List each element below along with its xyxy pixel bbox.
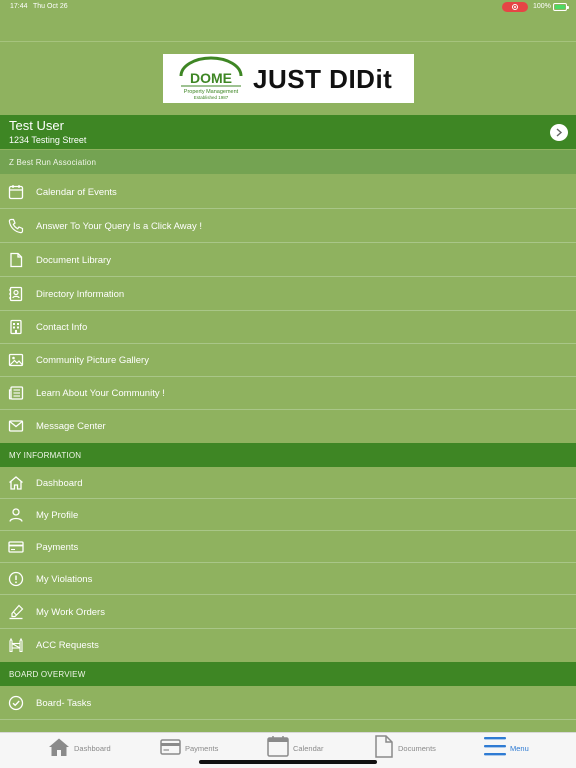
status-date: Thu Oct 26 (33, 3, 68, 10)
section-header-my-information: MY INFORMATION (0, 443, 576, 467)
tab-label: Documents (398, 744, 436, 753)
menu-item-answer-query[interactable]: Answer To Your Query Is a Click Away ! (0, 209, 576, 243)
person-icon (9, 508, 23, 522)
menu-item-message-center[interactable]: Message Center (0, 410, 576, 443)
menu-label: My Work Orders (36, 607, 105, 618)
alert-circle-icon (8, 571, 24, 587)
tools-icon (9, 604, 24, 620)
tab-documents[interactable]: Documents (375, 733, 445, 768)
contact-card-icon (9, 286, 23, 302)
section-title-board-overview: BOARD OVERVIEW (9, 670, 86, 679)
logo-mark-sub2: Established 1987 (194, 95, 229, 100)
menu-item-learn-about-community[interactable]: Learn About Your Community ! (0, 377, 576, 410)
menu-item-my-violations[interactable]: My Violations (0, 563, 576, 595)
association-logo: DOME Property Management Established 198… (163, 54, 414, 103)
menu-icon (484, 737, 506, 756)
menu-label: My Profile (36, 510, 79, 521)
tab-menu[interactable]: Menu (483, 733, 543, 768)
menu-label: Calendar of Events (36, 187, 117, 198)
check-circle-icon (8, 695, 24, 711)
battery-icon (553, 3, 569, 11)
logo-text: JUST DIDit (253, 64, 393, 94)
credit-card-icon (160, 739, 181, 755)
status-time: 17:44 (10, 3, 28, 10)
menu-label: Payments (36, 542, 79, 553)
section-header-association: Z Best Run Association (0, 150, 576, 174)
battery-percentage: 100% (533, 3, 551, 10)
menu-label: My Violations (36, 574, 93, 585)
document-icon (375, 735, 393, 758)
menu-item-directory-information[interactable]: Directory Information (0, 277, 576, 311)
home-icon (9, 476, 23, 490)
menu-label: Document Library (36, 255, 111, 266)
user-address: 1234 Testing Street (9, 135, 87, 145)
tab-label: Payments (185, 744, 219, 753)
home-indicator[interactable] (199, 760, 377, 764)
section-title-my-information: MY INFORMATION (9, 451, 82, 460)
menu-label: Message Center (36, 421, 106, 432)
tab-label: Dashboard (74, 744, 111, 753)
newspaper-icon (8, 386, 24, 400)
tab-label: Calendar (293, 744, 324, 753)
screen-recording-icon[interactable] (502, 2, 528, 12)
menu-item-my-profile[interactable]: My Profile (0, 499, 576, 531)
menu-label: Directory Information (36, 289, 125, 300)
section-title-association: Z Best Run Association (9, 158, 97, 167)
phone-icon (8, 218, 24, 234)
credit-card-icon (8, 541, 24, 553)
user-bar[interactable]: Test User 1234 Testing Street (0, 115, 576, 149)
tab-label: Menu (510, 744, 529, 753)
user-name: Test User (9, 118, 64, 133)
top-divider (0, 41, 576, 42)
tab-dashboard[interactable]: Dashboard (48, 733, 118, 768)
menu-item-my-work-orders[interactable]: My Work Orders (0, 595, 576, 629)
menu-item-payments[interactable]: Payments (0, 531, 576, 563)
menu-item-contact-info[interactable]: Contact Info (0, 311, 576, 344)
menu-item-board-tasks[interactable]: Board- Tasks (0, 686, 576, 720)
menu-item-calendar-of-events[interactable]: Calendar of Events (0, 175, 576, 209)
menu-item-community-picture-gallery[interactable]: Community Picture Gallery (0, 344, 576, 377)
menu-label: Learn About Your Community ! (36, 388, 165, 399)
home-icon (49, 738, 69, 756)
document-icon (10, 252, 23, 268)
building-icon (10, 319, 22, 335)
menu-label: Dashboard (36, 478, 83, 489)
dome-logo-mark: DOME Property Management Established 198… (179, 56, 243, 100)
menu-label: Contact Info (36, 322, 88, 333)
fence-icon (9, 637, 23, 653)
calendar-icon (267, 736, 289, 757)
menu-item-document-library[interactable]: Document Library (0, 243, 576, 277)
menu-item-dashboard[interactable]: Dashboard (0, 467, 576, 499)
menu-label: Answer To Your Query Is a Click Away ! (36, 221, 202, 232)
menu-label: ACC Requests (36, 640, 99, 651)
status-bar: 17:44 Thu Oct 26 100% (0, 0, 576, 14)
image-icon (8, 353, 24, 367)
menu-item-acc-requests[interactable]: ACC Requests (0, 629, 576, 662)
calendar-icon (8, 185, 24, 200)
logo-mark-word: DOME (190, 70, 232, 86)
menu-label: Board- Tasks (36, 698, 92, 709)
menu-label: Community Picture Gallery (36, 355, 149, 366)
section-header-board-overview: BOARD OVERVIEW (0, 662, 576, 686)
envelope-icon (8, 420, 24, 432)
chevron-right-icon[interactable] (550, 124, 568, 141)
